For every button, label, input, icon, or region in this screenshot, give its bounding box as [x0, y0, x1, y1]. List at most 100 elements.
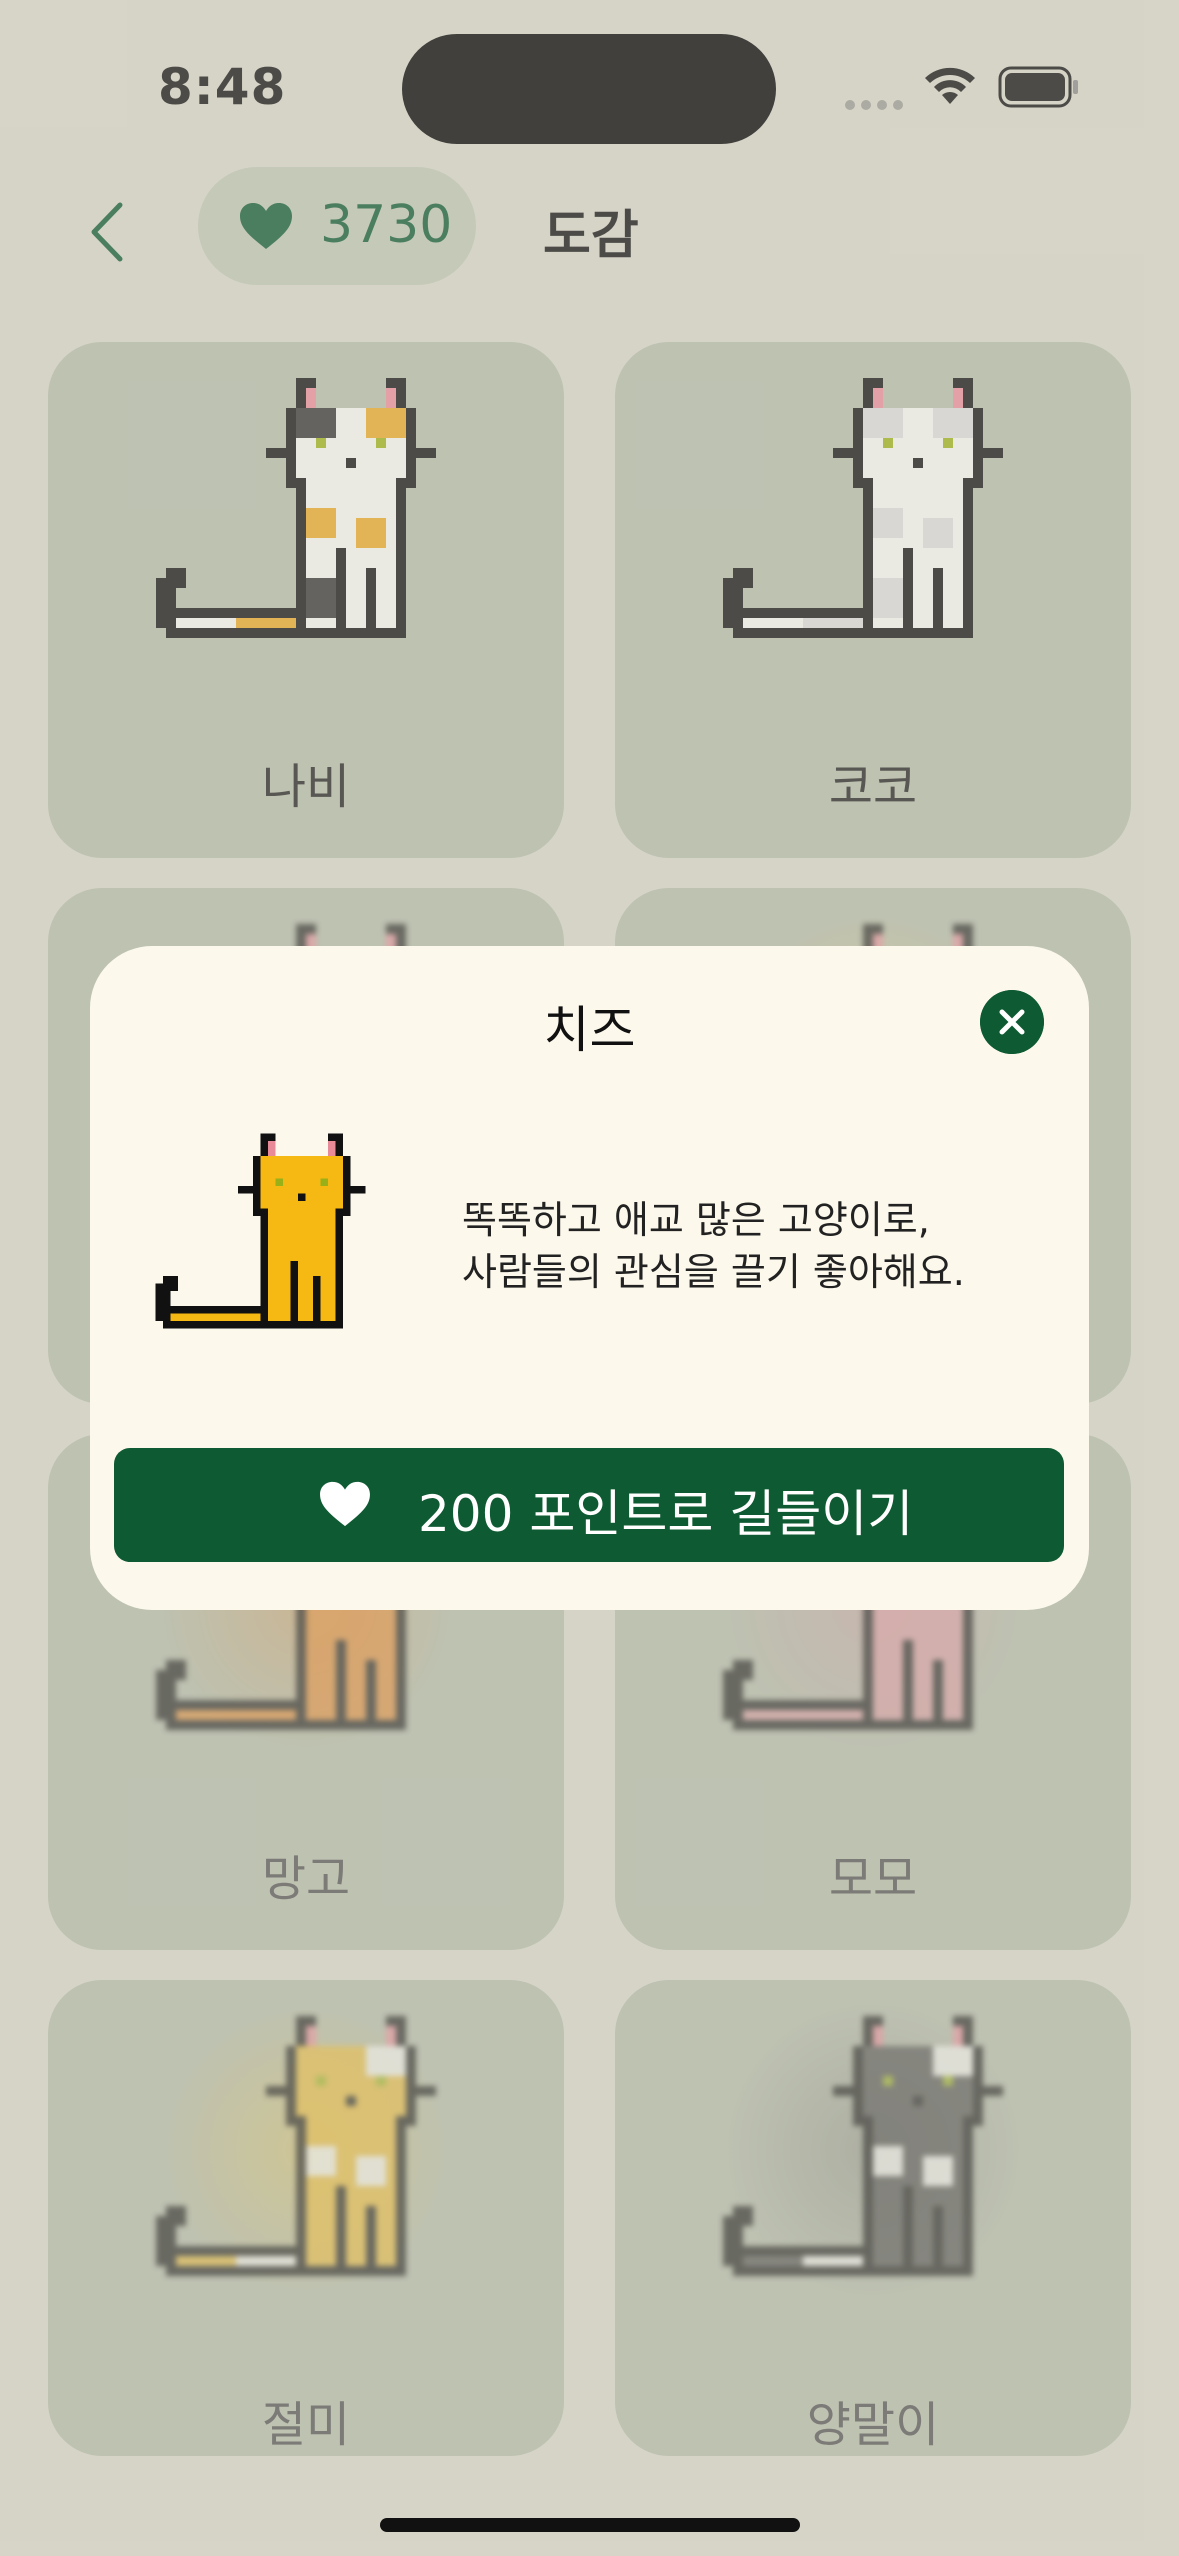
cat-feet: [863, 1720, 973, 1730]
cat-eye: [883, 438, 893, 448]
tame-button[interactable]: 200 포인트로 길들이기: [114, 1448, 1064, 1562]
cat-leg-line: [336, 548, 346, 628]
cat-body-patch: [873, 2216, 903, 2256]
cat-leg-line: [366, 1660, 376, 1720]
cat-body-patch: [268, 1231, 291, 1254]
home-indicator: [380, 2518, 800, 2532]
cat-tail-tip: [166, 2206, 186, 2226]
cat-head-patch: [863, 2046, 903, 2076]
cat-eye: [275, 1178, 283, 1186]
cat-name-label: 모모: [828, 1851, 918, 1907]
cat-body-patch: [306, 508, 336, 538]
cat-eye: [316, 438, 326, 448]
cat-head-patch: [296, 408, 336, 438]
cat-eye: [943, 2076, 953, 2086]
cat-eye: [943, 438, 953, 448]
cat-card-yangmari[interactable]: 양말이: [615, 1980, 1131, 2456]
cat-body-patch: [923, 518, 953, 548]
cat-body-patch: [356, 2156, 386, 2186]
cat-tail-tip: [733, 2206, 753, 2226]
cat-nose: [298, 1193, 306, 1201]
cat-head-patch: [296, 2046, 336, 2076]
cat-body-patch: [306, 1670, 336, 1710]
cat-body-patch: [873, 508, 903, 538]
cat-tail-patch: [236, 618, 296, 628]
cat-card-jeolmi[interactable]: 절미: [48, 1980, 564, 2456]
cat-tail-patch: [236, 2256, 296, 2266]
cat-nose: [913, 458, 923, 468]
cat-leg-line: [903, 548, 913, 628]
cat-leg-line: [290, 1261, 298, 1321]
cat-body-patch: [873, 578, 903, 618]
cat-feet: [863, 628, 973, 638]
cat-feet: [296, 628, 406, 638]
cat-leg-line: [366, 2206, 376, 2266]
cat-name-label: 나비: [261, 759, 351, 815]
cat-nose: [913, 2096, 923, 2106]
cat-body-patch: [873, 2146, 903, 2176]
cat-eye: [320, 1178, 328, 1186]
modal-title: 치즈: [543, 1001, 636, 1059]
cat-feet: [260, 1321, 343, 1329]
cat-whisker: [833, 448, 853, 458]
cat-body-patch: [268, 1283, 291, 1314]
cat-body-patch: [923, 1610, 953, 1640]
cat-sprite: [723, 2016, 1003, 2276]
cat-name-label: 코코: [828, 759, 918, 815]
cat-leg-line: [366, 568, 376, 628]
cat-whisker: [350, 1186, 366, 1194]
cat-whisker: [266, 448, 286, 458]
cat-whisker: [983, 448, 1003, 458]
cat-tail-patch: [803, 618, 863, 628]
cat-body-patch: [356, 518, 386, 548]
cat-sprite: [723, 378, 1003, 638]
cat-leg-line: [313, 1276, 321, 1321]
cat-tail-tip: [163, 1276, 178, 1291]
cat-sprite: [156, 2016, 436, 2276]
cat-head-patch: [933, 408, 973, 438]
cat-sprite: [155, 1133, 366, 1329]
cat-whisker: [416, 448, 436, 458]
tame-button-label: 200 포인트로 길들이기: [418, 1485, 914, 1543]
cat-leg-line: [903, 2186, 913, 2266]
cat-name-label: 망고: [261, 1851, 351, 1907]
cat-card-coco[interactable]: 코코: [615, 342, 1131, 858]
cat-leg-line: [933, 568, 943, 628]
cat-tail-patch: [215, 1313, 261, 1321]
cat-body-patch: [306, 2216, 336, 2256]
cat-body-patch: [306, 2146, 336, 2176]
cat-leg-line: [336, 2186, 346, 2266]
close-button[interactable]: [980, 990, 1044, 1054]
cat-head-patch: [366, 408, 406, 438]
cat-whisker: [416, 2086, 436, 2096]
cat-eye: [376, 2076, 386, 2086]
cat-feet: [863, 2266, 973, 2276]
cat-body-patch: [306, 578, 336, 618]
cat-leg-line: [933, 1660, 943, 1720]
cat-head-patch: [313, 1156, 343, 1179]
cat-body-patch: [356, 1610, 386, 1640]
cat-card-nabi[interactable]: 나비: [48, 342, 564, 858]
cat-whisker: [238, 1186, 253, 1194]
cat-body-patch: [873, 1670, 903, 1710]
cat-eye: [316, 2076, 326, 2086]
cat-nose: [346, 458, 356, 468]
cat-nose: [346, 2096, 356, 2106]
cat-head-patch: [933, 2046, 973, 2076]
cat-tail-tip: [166, 1660, 186, 1680]
cat-description: 똑똑하고 애교 많은 고양이로, 사람들의 관심을 끌기 좋아해요.: [462, 1194, 1062, 1298]
cat-whisker: [983, 2086, 1003, 2096]
cat-name-label: 양말이: [806, 2397, 940, 2453]
cat-body-patch: [305, 1238, 328, 1261]
cat-feet: [296, 1720, 406, 1730]
cat-tail-tip: [733, 568, 753, 588]
cat-tail-tip: [166, 568, 186, 588]
cat-body-patch: [923, 2156, 953, 2186]
cat-leg-line: [903, 1640, 913, 1720]
cat-leg-line: [933, 2206, 943, 2266]
cat-eye: [883, 2076, 893, 2086]
description-line: 똑똑하고 애교 많은 고양이로,: [462, 1198, 930, 1242]
cat-head-patch: [366, 2046, 406, 2076]
cat-tail-tip: [733, 1660, 753, 1680]
cat-sprite: [156, 378, 436, 638]
